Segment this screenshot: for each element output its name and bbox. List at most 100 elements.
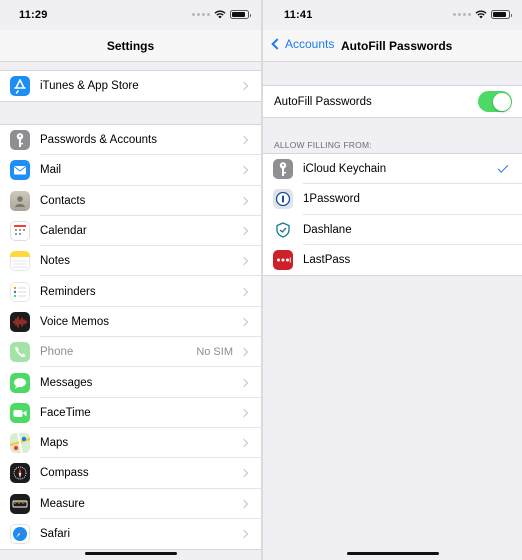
- chevron-right-icon: [239, 226, 249, 236]
- page-title: Settings: [106, 39, 155, 53]
- provider-dashlane[interactable]: Dashlane: [263, 215, 522, 245]
- settings-item-safari-label: Safari: [40, 528, 71, 540]
- chevron-right-icon: [239, 196, 249, 205]
- maps-icon: [10, 433, 30, 454]
- phone-icon: [10, 342, 30, 363]
- provider-lastpass[interactable]: LastPass: [263, 245, 522, 275]
- safari-icon: [10, 524, 30, 544]
- home-indicator[interactable]: [84, 552, 177, 555]
- status-time: 11:29: [19, 9, 48, 21]
- dashlane-icon: [273, 219, 293, 240]
- settings-item-calendar[interactable]: Calendar: [0, 216, 261, 247]
- settings-item-voice-memos-label: Voice Memos: [40, 315, 110, 328]
- nav-bar: Accounts AutoFill Passwords: [263, 30, 522, 62]
- autofill-toggle-row: AutoFill Passwords: [263, 86, 522, 117]
- contacts-icon: [10, 190, 30, 211]
- app-store-icon: [10, 76, 30, 97]
- icloud-keychain-icon: [273, 159, 293, 180]
- detail-value: No SIM: [196, 346, 233, 359]
- provider-icloud-keychain[interactable]: iCloud Keychain: [263, 154, 522, 185]
- autofill-screen: 11:41 Accounts AutoFill Passwords AutoFi…: [263, 0, 522, 560]
- wifi-icon: [214, 10, 226, 19]
- chevron-right-icon: [239, 469, 249, 478]
- settings-item-notes[interactable]: Notes: [0, 246, 261, 277]
- settings-item-itunes-app-store-label: iTunes & App Store: [40, 80, 139, 93]
- provider-lastpass-label: LastPass: [303, 254, 351, 267]
- key-icon: [10, 130, 30, 151]
- home-indicator[interactable]: [346, 552, 439, 555]
- calendar-icon: [10, 221, 30, 242]
- chevron-right-icon: [239, 287, 249, 296]
- chevron-right-icon: [239, 378, 249, 387]
- settings-item-messages[interactable]: Messages: [0, 367, 261, 398]
- autofill-toggle[interactable]: [478, 91, 512, 112]
- settings-item-maps[interactable]: Maps: [0, 428, 261, 459]
- voice-memos-icon: [10, 311, 30, 332]
- checkmark-icon: [497, 162, 509, 173]
- mail-icon: [10, 160, 30, 181]
- settings-item-notes-label: Notes: [40, 255, 71, 268]
- providers-group: iCloud Keychain 1Password Dashlane LastPass: [263, 153, 522, 277]
- provider-dashlane-label: Dashlane: [303, 223, 352, 236]
- chevron-right-icon: [239, 317, 249, 327]
- settings-item-messages-label: Messages: [40, 376, 93, 389]
- settings-item-facetime-label: FaceTime: [40, 406, 91, 419]
- chevron-right-icon: [239, 81, 249, 91]
- lastpass-icon: [273, 250, 293, 271]
- settings-item-safari[interactable]: Safari: [0, 519, 261, 549]
- settings-group-apps: Passwords & Accounts Mail Contacts Calendar…: [0, 124, 261, 551]
- chevron-right-icon: [239, 499, 249, 508]
- settings-item-reminders-label: Reminders: [40, 285, 96, 298]
- reminders-icon: [10, 281, 30, 302]
- chevron-right-icon: [239, 135, 249, 145]
- chevron-right-icon: [239, 166, 249, 175]
- provider-1password-label: 1Password: [303, 193, 360, 206]
- chevron-right-icon: [239, 408, 249, 418]
- settings-item-facetime[interactable]: FaceTime: [0, 398, 261, 428]
- settings-item-mail-label: Mail: [40, 164, 62, 177]
- settings-screen: 11:29 Settings iTunes & App Store Passwo…: [0, 0, 261, 560]
- status-bar: 11:41: [263, 0, 522, 32]
- chevron-right-icon: [239, 347, 249, 357]
- chevron-left-icon: [271, 38, 283, 50]
- settings-item-passwords-accounts[interactable]: Passwords & Accounts: [0, 125, 261, 156]
- settings-item-mail[interactable]: Mail: [0, 155, 261, 186]
- settings-item-passwords-accounts-label: Passwords & Accounts: [40, 134, 157, 147]
- provider-1password[interactable]: 1Password: [263, 184, 522, 215]
- settings-item-measure[interactable]: Measure: [0, 489, 261, 519]
- settings-item-contacts-label: Contacts: [40, 194, 86, 207]
- provider-icloud-keychain-label: iCloud Keychain: [303, 163, 387, 176]
- chevron-right-icon: [239, 257, 249, 266]
- wifi-icon: [475, 10, 487, 19]
- settings-item-calendar-label: Calendar: [40, 225, 87, 238]
- nav-bar: Settings: [0, 30, 261, 62]
- settings-item-reminders[interactable]: Reminders: [0, 276, 261, 307]
- page-title: AutoFill Passwords: [341, 39, 453, 53]
- battery-icon: [491, 10, 512, 19]
- messages-icon: [10, 372, 30, 393]
- settings-item-itunes-app-store[interactable]: iTunes & App Store: [0, 71, 261, 101]
- 1password-icon: [273, 189, 293, 210]
- settings-item-phone-label: Phone: [40, 346, 74, 359]
- settings-item-measure-label: Measure: [40, 497, 85, 510]
- autofill-toggle-label: AutoFill Passwords: [274, 95, 372, 108]
- settings-item-voice-memos[interactable]: Voice Memos: [0, 307, 261, 338]
- notes-icon: [10, 251, 30, 272]
- status-bar: 11:29: [0, 0, 261, 32]
- settings-group-store: iTunes & App Store: [0, 70, 261, 103]
- settings-item-compass-label: Compass: [40, 467, 89, 480]
- signal-icon: [192, 13, 210, 16]
- facetime-icon: [10, 402, 30, 423]
- measure-icon: [10, 493, 30, 514]
- chevron-right-icon: [239, 438, 249, 448]
- settings-item-maps-label: Maps: [40, 437, 69, 450]
- status-time: 11:41: [284, 9, 313, 21]
- settings-item-contacts[interactable]: Contacts: [0, 186, 261, 216]
- compass-icon: [10, 463, 30, 484]
- autofill-toggle-group: AutoFill Passwords: [263, 85, 522, 118]
- section-header: ALLOW FILLING FROM:: [274, 140, 372, 150]
- battery-icon: [230, 10, 251, 19]
- settings-item-phone[interactable]: Phone No SIM: [0, 337, 261, 368]
- settings-item-compass[interactable]: Compass: [0, 458, 261, 489]
- signal-icon: [453, 13, 471, 16]
